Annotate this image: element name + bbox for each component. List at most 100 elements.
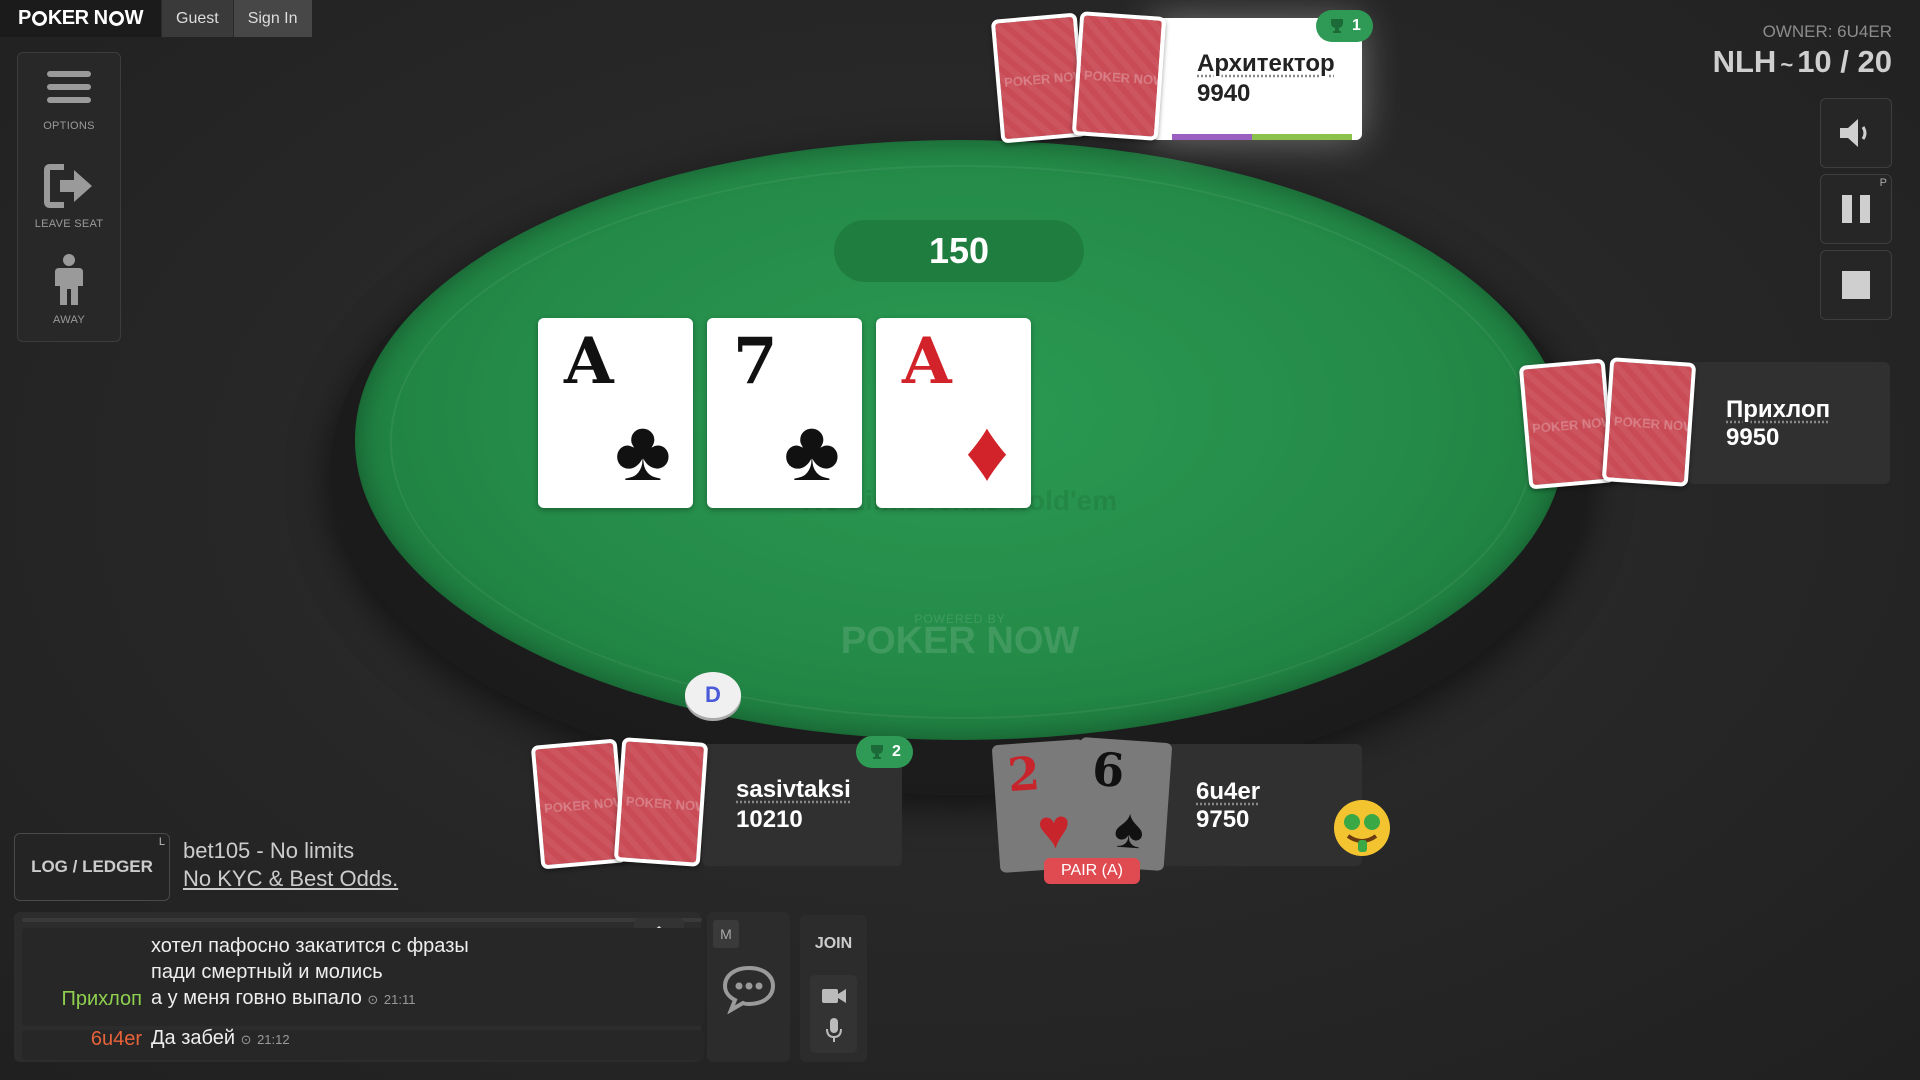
player-stack: 9950 [1726, 424, 1780, 451]
log-ledger-label: LOG / LEDGER [31, 857, 153, 876]
card-back-text: POKER NOW [1083, 67, 1166, 89]
card-rank: A [902, 324, 952, 399]
leave-seat-label: LEAVE SEAT [34, 218, 104, 230]
sound-button[interactable] [1820, 98, 1892, 168]
options-label: OPTIONS [43, 120, 95, 132]
timer-bar-purple [1172, 134, 1252, 140]
exit-icon [44, 164, 92, 208]
card-back: POKER NOW [1601, 357, 1697, 487]
blinds: 10 / 20 [1797, 44, 1892, 79]
pause-button[interactable]: P [1820, 174, 1892, 244]
game-info: NLH ~10 / 20 [1713, 44, 1892, 80]
player-stack: 9750 [1196, 806, 1250, 833]
hand-strength-badge: PAIR (A) [1044, 858, 1140, 884]
board-card-2: 7 ♣ [707, 318, 862, 508]
join-button[interactable]: JOIN [800, 935, 867, 953]
pause-shortcut: P [1879, 177, 1887, 189]
diamonds-icon: ♦ [965, 403, 1009, 499]
card-back: POKER NOW [613, 737, 709, 867]
player-seat-right[interactable]: Прихлоп 9950 [1688, 362, 1890, 484]
pot-amount: 150 [834, 220, 1084, 282]
player-seat-hero[interactable]: 6u4er 9750 [1160, 744, 1362, 866]
person-icon [55, 254, 83, 305]
card-back: POKER NOW [1518, 358, 1616, 490]
sign-in-button[interactable]: Sign In [232, 0, 312, 37]
trophy-count: 2 [892, 743, 901, 760]
trophy-badge: 2 [856, 736, 913, 768]
leave-seat-button[interactable]: LEAVE SEAT [18, 163, 120, 230]
join-panel: JOIN [800, 915, 867, 1062]
table-brand-logo: POKER NOW [840, 620, 1080, 662]
card-rank: 7 [733, 324, 778, 399]
hearts-icon: ♥ [1035, 796, 1074, 862]
clock-icon: ⊙ [240, 1032, 252, 1047]
player-stack: 9940 [1197, 80, 1251, 107]
left-menu: OPTIONS LEAVE SEAT AWAY [17, 52, 121, 342]
card-back-text: POKER NOW [625, 793, 708, 815]
owner-label: OWNER: 6U4ER [1762, 22, 1892, 41]
log-ledger-button[interactable]: LOG / LEDGER L [14, 833, 170, 901]
promo-link[interactable]: No KYC & Best Odds. [183, 866, 398, 892]
top-bar: P KER NW Guest Sign In [0, 0, 312, 37]
card-back-text: POKER NOW [1531, 413, 1615, 437]
options-button[interactable]: OPTIONS [18, 67, 120, 132]
timer-bar-green [1252, 134, 1352, 140]
guest-button[interactable]: Guest [161, 0, 233, 37]
player-name: sasivtaksi [736, 776, 851, 803]
microphone-icon[interactable] [825, 1017, 843, 1043]
video-camera-icon[interactable] [821, 987, 847, 1005]
trophy-icon [871, 745, 883, 759]
away-label: AWAY [53, 314, 85, 326]
away-button[interactable]: AWAY [18, 253, 120, 326]
money-mouth-face-icon[interactable] [1334, 800, 1390, 856]
av-controls [810, 975, 857, 1053]
pause-icon [1842, 195, 1870, 223]
chat-message-text: Да забей ⊙ 21:12 [151, 1027, 290, 1050]
poker-now-logo[interactable]: P KER NW [0, 0, 161, 37]
player-name: Прихлоп [1726, 396, 1831, 423]
chat-timestamp: 21:11 [383, 992, 416, 1007]
chat-shortcut: M [713, 920, 739, 948]
trophy-icon [1331, 19, 1343, 33]
card-back: POKER NOW [530, 738, 628, 870]
player-name: Архитектор [1197, 50, 1335, 77]
dealer-button: D [685, 672, 741, 718]
trophy-count: 1 [1352, 17, 1361, 34]
game-separator: ~ [1780, 52, 1794, 77]
clubs-icon: ♣ [783, 403, 840, 499]
card-back: POKER NOW [1071, 11, 1167, 141]
chat-toggle-button[interactable]: M [707, 912, 790, 1062]
hero-card-2: 6 ♠ [1071, 736, 1173, 872]
chat-author: 6u4er [90, 1028, 142, 1050]
card-back-text: POKER NOW [543, 793, 627, 817]
player-name: 6u4er [1196, 778, 1261, 805]
board-card-1: A ♣ [538, 318, 693, 508]
card-rank: 6 [1090, 741, 1127, 799]
hamburger-icon [47, 71, 91, 103]
stop-icon [1842, 271, 1870, 299]
clock-icon: ⊙ [367, 992, 379, 1007]
chat-message-text: а у меня говно выпало ⊙ 21:11 [151, 987, 415, 1010]
card-back-text: POKER NOW [1003, 67, 1087, 91]
chat-author: Прихлоп [61, 988, 142, 1010]
spades-icon: ♠ [1112, 795, 1147, 861]
board-card-3: A ♦ [876, 318, 1031, 508]
speaker-icon [1840, 119, 1867, 147]
chat-text: Да забей [151, 1027, 236, 1049]
chat-message-text: хотел пафосно закатится с фразы [151, 935, 469, 957]
game-type: NLH [1712, 44, 1777, 79]
emoji-face-icon [1335, 801, 1389, 855]
chat-timestamp: 21:12 [257, 1032, 290, 1047]
chat-message-text: пади смертный и молись [151, 961, 383, 983]
card-rank: 2 [1005, 746, 1042, 803]
stop-button[interactable] [1820, 250, 1892, 320]
trophy-badge: 1 [1316, 10, 1373, 42]
card-rank: A [564, 324, 614, 399]
chat-text: а у меня говно выпало [151, 987, 362, 1009]
card-back-text: POKER NOW [1613, 413, 1696, 435]
chat-scrollbar[interactable] [22, 918, 702, 922]
chat-panel: хотел пафосно закатится с фразы пади сме… [14, 912, 704, 1062]
clubs-icon: ♣ [614, 403, 671, 499]
promo-text: bet105 - No limits [183, 838, 355, 863]
chat-bubble-icon [722, 965, 776, 1014]
